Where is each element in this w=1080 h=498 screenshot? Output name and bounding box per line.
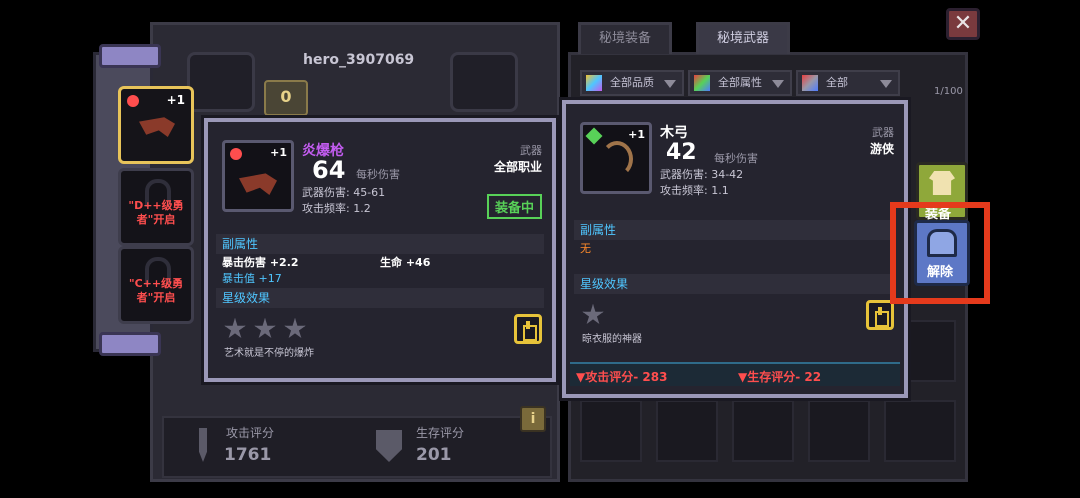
bow-icon [601, 141, 633, 177]
gem-icon [586, 75, 602, 91]
equipped-type: 武器 [520, 144, 542, 157]
weapon-type-icon [802, 75, 818, 91]
inventory-cell[interactable] [908, 320, 956, 382]
equipped-damage: 武器伤害: 45-61 [302, 186, 386, 199]
flame-gun-icon [139, 117, 175, 137]
compare-dps-label: 每秒伤害 [714, 152, 758, 165]
compare-star-header: 星级效果 [574, 274, 896, 294]
compare-type: 武器 [872, 126, 894, 139]
info-icon[interactable]: i [520, 406, 546, 432]
compare-plus: +1 [628, 128, 645, 141]
filter-type[interactable]: 全部 [796, 70, 900, 96]
inventory-cell[interactable] [580, 400, 642, 462]
slot-plus: +1 [166, 93, 185, 107]
fire-element-icon [127, 95, 139, 107]
compare-damage: 武器伤害: 34-42 [660, 168, 744, 181]
fire-element-icon [230, 148, 242, 160]
slot-lock-text: "D++级勇者"开启 [128, 199, 184, 226]
hp-score-value: 201 [416, 445, 452, 465]
inventory-cell[interactable] [808, 400, 870, 462]
equipped-profession: 全部职业 [493, 160, 542, 174]
equipped-plus: +1 [270, 146, 287, 159]
compare-weapon-icon-box: +1 [580, 122, 652, 194]
compare-dps: 42 [666, 140, 697, 165]
tab-secret-weapon[interactable]: 秘境武器 [696, 22, 791, 54]
equipped-rate: 攻击频率: 1.2 [302, 202, 371, 215]
star-icon [254, 318, 276, 339]
chevron-down-icon [772, 80, 784, 88]
equipped-desc: 艺术就是不停的爆炸 [224, 348, 314, 359]
flame-gun-icon [239, 173, 277, 195]
star-icon [582, 304, 604, 325]
weapon-slot-2-locked[interactable]: "D++级勇者"开启 [118, 168, 194, 246]
inventory-count: 1/100 [934, 86, 963, 97]
slot-lock-text: "C++级勇者"开启 [128, 277, 184, 304]
level-badge: 0 [264, 80, 308, 116]
weapon-slot-3-locked[interactable]: "C++级勇者"开启 [118, 246, 194, 324]
equipped-weapon-icon-box: +1 [222, 140, 294, 212]
equipped-status-badge: 装备中 [486, 194, 542, 219]
hp-score-delta: ▼生存评分- 22 [738, 370, 822, 384]
equipped-sub-3: 暴击值 +17 [222, 272, 282, 285]
nature-element-icon [585, 127, 603, 145]
hp-score-label: 生存评分 [416, 426, 465, 440]
equipped-sub-header: 副属性 [216, 234, 544, 254]
compare-name: 木弓 [660, 125, 688, 141]
compare-rate: 攻击频率: 1.1 [660, 184, 729, 197]
tab-secret-gear[interactable]: 秘境装备 [578, 22, 673, 54]
shirt-icon [929, 171, 955, 195]
atk-score-label: 攻击评分 [226, 426, 275, 440]
hero-name: hero_3907069 [303, 52, 415, 68]
inventory-cell[interactable] [732, 400, 794, 462]
element-icon [694, 75, 710, 91]
compare-weapon-card: +1 木弓 42 每秒伤害 武器伤害: 34-42 攻击频率: 1.1 武器 游… [562, 100, 908, 398]
atk-score-value: 1761 [224, 445, 272, 465]
inventory-cell[interactable] [884, 400, 956, 462]
inventory-cell[interactable] [656, 400, 718, 462]
equipped-sub-2: 生命 +46 [380, 256, 431, 269]
filter-attribute[interactable]: 全部属性 [688, 70, 792, 96]
lock-toggle-button[interactable] [514, 314, 542, 344]
score-bar [162, 416, 552, 478]
weapon-slot-1[interactable]: +1 [118, 86, 194, 164]
close-button[interactable]: ✕ [946, 8, 980, 40]
scroll-top-cap [99, 44, 161, 68]
equipped-sub-1: 暴击伤害 +2.2 [222, 256, 299, 269]
armor-slot[interactable] [450, 52, 518, 112]
scroll-bottom-cap [99, 332, 161, 356]
unlock-button[interactable]: 解除 [914, 220, 970, 286]
star-icon [284, 318, 306, 339]
star-icon [224, 318, 246, 339]
helmet-slot[interactable] [187, 52, 255, 112]
filter-quality[interactable]: 全部品质 [580, 70, 684, 96]
compare-profession: 游侠 [869, 142, 894, 156]
unlock-icon [927, 229, 957, 257]
equipped-weapon-card: +1 炎爆枪 64 每秒伤害 武器伤害: 45-61 攻击频率: 1.2 武器 … [204, 118, 556, 382]
lock-toggle-button[interactable] [866, 300, 894, 330]
compare-sub-header: 副属性 [574, 220, 896, 240]
score-diff-bar: ▼攻击评分- 283 ▼生存评分- 22 [570, 362, 900, 386]
chevron-down-icon [664, 80, 676, 88]
attack-score-delta: ▼攻击评分- 283 [576, 370, 668, 384]
unlock-label: 解除 [927, 265, 954, 280]
chevron-down-icon [880, 80, 892, 88]
compare-sub-none: 无 [580, 242, 591, 255]
equipped-dps-label: 每秒伤害 [356, 168, 400, 181]
equipped-star-header: 星级效果 [216, 288, 544, 308]
compare-desc: 晾衣服的神器 [582, 334, 642, 345]
equipped-dps: 64 [312, 156, 346, 184]
